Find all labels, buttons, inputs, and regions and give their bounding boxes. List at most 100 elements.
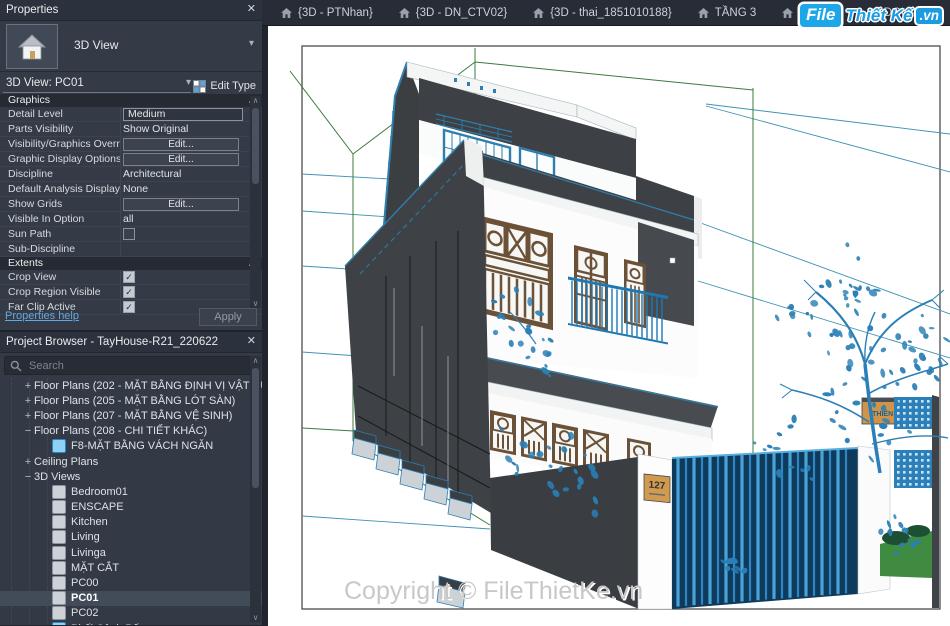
scroll-down-icon[interactable]: ∨ bbox=[250, 613, 261, 622]
edit-type-icon bbox=[193, 80, 206, 93]
project-browser-titlebar[interactable]: Project Browser - TayHouse-R21_220622 ✕ bbox=[0, 332, 262, 353]
breeze-block-panel bbox=[894, 450, 938, 488]
value-discipline: Architectural bbox=[123, 168, 181, 180]
property-row-parts-visibility[interactable]: Parts VisibilityShow Original bbox=[0, 122, 262, 137]
tree-item-pc00[interactable]: PC00 bbox=[0, 575, 262, 590]
tree-item-pc01[interactable]: PC01 bbox=[0, 591, 262, 606]
expand-toggle[interactable]: − bbox=[22, 471, 34, 483]
checkbox-sun-path[interactable] bbox=[123, 228, 135, 240]
tree-item-livinga[interactable]: Livinga bbox=[0, 545, 262, 560]
view-icon bbox=[52, 485, 66, 499]
view-tab-t-ng-3[interactable]: TẦNG 3 bbox=[685, 0, 770, 25]
tree-item-floor-plans-202-m-t-b-ng-nh-v-v-t-d-ng[interactable]: +Floor Plans (202 - MẶT BẰNG ĐỊNH VỊ VẬT… bbox=[0, 378, 262, 393]
tree-item-pc02[interactable]: PC02 bbox=[0, 606, 262, 621]
scroll-down-icon[interactable]: ∨ bbox=[250, 299, 261, 308]
property-sections: Graphics∧Detail LevelMediumParts Visibil… bbox=[0, 94, 262, 315]
left-dock: Properties ✕ 3D View ▾ 3D View: PC01 ▾ bbox=[0, 0, 262, 625]
tree-item-3d-views[interactable]: −3D Views bbox=[0, 469, 262, 484]
project-tree: +Floor Plans (202 - MẶT BẰNG ĐỊNH VỊ VẬT… bbox=[0, 378, 262, 625]
tree-item-f8-m-t-b-ng-v-ch-ng-n[interactable]: F8-MẶT BẰNG VÁCH NGĂN bbox=[0, 439, 262, 454]
edit-type-button[interactable]: Edit Type bbox=[193, 75, 256, 97]
tree-item-ceiling-plans[interactable]: +Ceiling Plans bbox=[0, 454, 262, 469]
view-icon bbox=[52, 546, 66, 560]
button-visibility-graphics-overrid[interactable]: Edit... bbox=[123, 138, 239, 151]
filethietke-logo: File Thiết Kế .vn bbox=[800, 4, 942, 27]
view-icon bbox=[52, 591, 66, 605]
tree-item-m-t-c-t[interactable]: MẶT CẮT bbox=[0, 560, 262, 575]
type-selector[interactable]: 3D View ▾ bbox=[0, 21, 262, 72]
properties-panel: Properties ✕ 3D View ▾ 3D View: PC01 ▾ bbox=[0, 0, 262, 332]
project-browser-title: Project Browser - TayHouse-R21_220622 bbox=[6, 336, 218, 348]
house-icon bbox=[281, 8, 292, 18]
view-icon bbox=[52, 561, 66, 575]
button-show-grids[interactable]: Edit... bbox=[123, 198, 239, 211]
view-tab-3d-ptnhan[interactable]: {3D - PTNhan} bbox=[268, 0, 386, 25]
chevron-down-icon[interactable]: ▾ bbox=[186, 72, 191, 94]
selector-underline bbox=[3, 92, 191, 93]
expand-toggle[interactable]: − bbox=[22, 425, 34, 437]
property-row-sub-discipline[interactable]: Sub-Discipline bbox=[0, 242, 262, 257]
view-icon-active bbox=[52, 439, 66, 453]
scroll-up-icon[interactable]: ∧ bbox=[250, 96, 261, 105]
checkbox-crop-view[interactable]: ✓ bbox=[123, 271, 135, 283]
house-icon bbox=[782, 8, 793, 18]
properties-footer: Properties help Apply bbox=[0, 308, 262, 326]
chevron-down-icon[interactable]: ▾ bbox=[249, 38, 254, 49]
tree-item-ph-i-c-nh-b-p[interactable]: Phối Cảnh Bếp bbox=[0, 621, 262, 625]
browser-scrollbar[interactable]: ∧ ∨ bbox=[250, 356, 261, 622]
properties-help-link[interactable]: Properties help bbox=[5, 310, 79, 322]
property-row-graphic-display-options[interactable]: Graphic Display OptionsEdit... bbox=[0, 152, 262, 167]
property-row-detail-level[interactable]: Detail LevelMedium bbox=[0, 107, 262, 122]
search-box[interactable] bbox=[4, 356, 258, 375]
view-icon bbox=[52, 530, 66, 544]
view-tab-3d-thai-1851010188[interactable]: {3D - thai_1851010188} bbox=[520, 0, 685, 25]
property-row-crop-region-visible[interactable]: Crop Region Visible✓ bbox=[0, 285, 262, 300]
checkbox-crop-region-visible[interactable]: ✓ bbox=[123, 286, 135, 298]
combo-detail-level[interactable]: Medium bbox=[123, 108, 243, 121]
property-row-sun-path[interactable]: Sun Path bbox=[0, 227, 262, 242]
value-parts-visibility: Show Original bbox=[123, 123, 188, 135]
tree-item-bedroom01[interactable]: Bedroom01 bbox=[0, 484, 262, 499]
close-icon[interactable]: ✕ bbox=[247, 2, 256, 15]
house-icon bbox=[399, 8, 410, 18]
tree-item-kitchen[interactable]: Kitchen bbox=[0, 515, 262, 530]
property-row-show-grids[interactable]: Show GridsEdit... bbox=[0, 197, 262, 212]
expand-toggle[interactable]: + bbox=[22, 410, 34, 422]
properties-scrollbar[interactable]: ∧ ∨ bbox=[250, 96, 261, 308]
address-plate: 127 bbox=[644, 474, 670, 503]
view-icon bbox=[52, 606, 66, 620]
breeze-block-panel bbox=[894, 397, 938, 429]
svg-text:127: 127 bbox=[649, 480, 666, 493]
property-row-visibility-graphics-overrid[interactable]: Visibility/Graphics Overrid...Edit... bbox=[0, 137, 262, 152]
view-selector-row[interactable]: 3D View: PC01 ▾ Edit Type bbox=[0, 72, 262, 94]
expand-toggle[interactable]: + bbox=[22, 380, 34, 392]
property-row-crop-view[interactable]: Crop View✓ bbox=[0, 270, 262, 285]
scroll-up-icon[interactable]: ∧ bbox=[250, 356, 261, 365]
property-row-visible-in-option[interactable]: Visible In Optionall bbox=[0, 212, 262, 227]
property-row-default-analysis-display-s[interactable]: Default Analysis Display S...None bbox=[0, 182, 262, 197]
3d-viewport[interactable]: 127 THIÊN PHÚ bbox=[268, 26, 950, 626]
view-tab-3d-dn-ctv02[interactable]: {3D - DN_CTV02} bbox=[386, 0, 520, 25]
expand-toggle[interactable]: + bbox=[22, 395, 34, 407]
search-input[interactable] bbox=[27, 359, 252, 373]
tree-item-floor-plans-208-chi-ti-t-kh-c[interactable]: −Floor Plans (208 - CHI TIẾT KHÁC) bbox=[0, 424, 262, 439]
properties-title: Properties bbox=[6, 4, 58, 16]
property-row-discipline[interactable]: DisciplineArchitectural bbox=[0, 167, 262, 182]
house-model[interactable]: 127 THIÊN PHÚ bbox=[345, 62, 950, 609]
tree-item-enscape[interactable]: ENSCAPE bbox=[0, 500, 262, 515]
apply-button[interactable]: Apply bbox=[199, 308, 257, 326]
close-icon[interactable]: ✕ bbox=[247, 334, 256, 347]
workspace: {3D - PTNhan}{3D - DN_CTV02}{3D - thai_1… bbox=[262, 0, 950, 625]
tree-item-living[interactable]: Living bbox=[0, 530, 262, 545]
button-graphic-display-options[interactable]: Edit... bbox=[123, 153, 239, 166]
view-icon bbox=[52, 515, 66, 529]
tree-item-floor-plans-207-m-t-b-ng-v-sinh[interactable]: +Floor Plans (207 - MẶT BẰNG VỆ SINH) bbox=[0, 408, 262, 423]
model-drawing: 127 THIÊN PHÚ bbox=[268, 26, 950, 626]
section-header-extents[interactable]: Extents∧ bbox=[0, 257, 262, 270]
logo-thietke: Thiết Kế bbox=[845, 6, 912, 26]
properties-titlebar[interactable]: Properties ✕ bbox=[0, 0, 262, 21]
expand-toggle[interactable]: + bbox=[22, 456, 34, 468]
logo-vn: .vn bbox=[916, 8, 942, 24]
view-selector-label: 3D View: PC01 bbox=[6, 77, 84, 89]
tree-item-floor-plans-205-m-t-b-ng-l-t-s-n[interactable]: +Floor Plans (205 - MẶT BẰNG LÓT SÀN) bbox=[0, 393, 262, 408]
